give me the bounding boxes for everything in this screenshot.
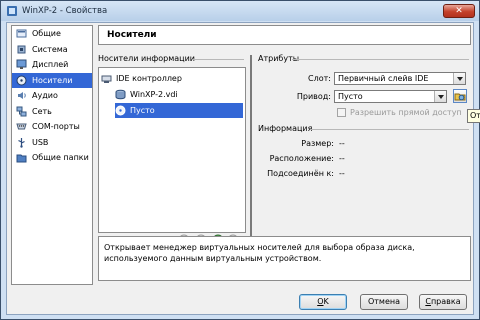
tooltip: От [467,109,480,123]
size-label: Размер: [301,139,334,148]
sidebar-item-audio[interactable]: Аудио [12,88,92,104]
sidebar-item-usb[interactable]: USB [12,135,92,151]
close-button[interactable]: ✕ [443,4,475,18]
description-box: Открывает менеджер виртуальных носителей… [98,236,471,281]
attributes-separator [292,59,469,60]
cancel-button-label: Отмена [367,297,401,306]
drive-select[interactable]: Пусто [334,90,447,103]
virtualbox-app-icon [6,5,18,17]
storage-tree-separator [192,59,244,60]
sidebar-item-label: USB [32,137,49,147]
sidebar-item-storage[interactable]: Носители [12,72,92,88]
drive-select-value: Пусто [338,92,363,101]
sidebar-item-label: Система [32,44,68,54]
pane-splitter[interactable] [250,55,252,253]
settings-sidebar: Общие Система Дисплей Носители Аудио Сет… [11,25,93,285]
sidebar-item-serial-ports[interactable]: COM-порты [12,119,92,135]
ide-controller-icon [101,73,112,84]
sidebar-item-shared-folders[interactable]: Общие папки [12,150,92,166]
tree-item-label: Пусто [130,106,155,115]
system-icon [16,44,27,55]
sidebar-item-label: Общие папки [32,153,89,163]
cd-empty-icon [115,105,126,116]
storage-tree[interactable]: IDE контроллер WinXP-2.vdi Пусто [98,67,246,233]
page-title: Носители [107,30,157,40]
sidebar-item-label: Общие [32,29,61,39]
title-bar[interactable]: WinXP-2 - Свойства ✕ [1,1,479,21]
sidebar-item-label: Носители [32,75,73,85]
sidebar-item-label: Аудио [32,91,58,101]
description-text: Открывает менеджер виртуальных носителей… [104,243,415,263]
tree-item-label: IDE контроллер [116,74,182,83]
sidebar-item-label: Дисплей [32,60,69,70]
drive-label: Привод: [296,92,331,101]
sidebar-item-label: Сеть [32,106,52,116]
information-label: Информация [258,124,313,133]
cancel-button[interactable]: Отмена [360,294,408,310]
passthrough-label: Разрешить прямой доступ [350,108,462,117]
ok-button[interactable]: OK [299,294,347,310]
serial-ports-icon [16,121,27,132]
choose-virtual-disk-button[interactable] [453,89,467,103]
passthrough-checkbox[interactable] [337,108,346,117]
window-title: WinXP-2 - Свойства [22,6,108,16]
tree-item-label: WinXP-2.vdi [130,90,178,99]
audio-icon [16,90,27,101]
ok-button-label: K [323,297,329,306]
properties-window: WinXP-2 - Свойства ✕ Общие Система Диспл… [0,0,480,320]
help-button[interactable]: Справка [419,294,467,310]
slot-label: Слот: [308,74,331,83]
location-label: Расположение: [269,154,334,163]
attached-to-value: -- [339,169,345,178]
sidebar-item-display[interactable]: Дисплей [12,57,92,73]
page-heading-box: Носители [98,25,471,45]
chevron-down-icon [453,73,465,84]
display-icon [16,59,27,70]
sidebar-item-network[interactable]: Сеть [12,104,92,120]
hard-disk-icon [115,89,126,100]
size-value: -- [339,139,345,148]
tree-item-ide-controller[interactable]: IDE контроллер [101,71,243,86]
attached-to-label: Подсоединён к: [267,169,334,178]
slot-select[interactable]: Первичный слейв IDE [334,72,466,85]
sidebar-item-label: COM-порты [32,122,80,132]
sidebar-item-system[interactable]: Система [12,42,92,58]
usb-icon [16,137,27,148]
information-separator [310,129,469,130]
tree-item-hard-disk[interactable]: WinXP-2.vdi [115,87,243,102]
sidebar-item-general[interactable]: Общие [12,26,92,42]
chevron-down-icon [434,91,446,102]
slot-select-value: Первичный слейв IDE [338,74,429,83]
storage-icon [16,75,27,86]
tree-item-empty-cd[interactable]: Пусто [115,103,243,118]
dialog-client-area: Общие Система Дисплей Носители Аудио Сет… [6,22,480,315]
network-icon [16,106,27,117]
location-value: -- [339,154,345,163]
shared-folders-icon [16,152,27,163]
help-button-label: правка [430,297,461,306]
general-icon [16,28,27,39]
storage-tree-label: Носители информации [98,54,195,63]
